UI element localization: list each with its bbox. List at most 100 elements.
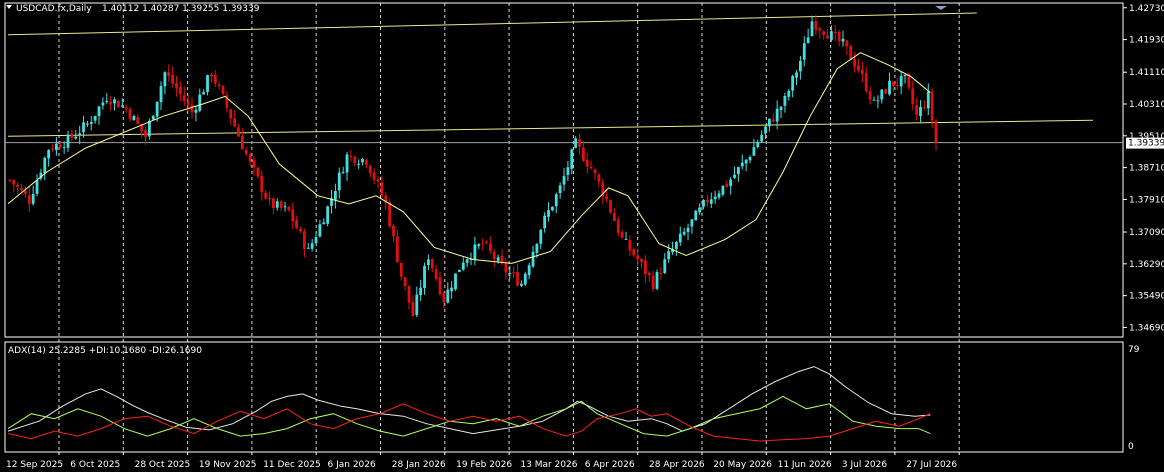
candle-body [837, 31, 841, 42]
candle-body [857, 65, 860, 71]
candle-body [566, 167, 570, 175]
candle-body [198, 94, 202, 111]
candle-body [283, 206, 287, 208]
candle-body [771, 119, 775, 122]
y-tick-label: 1.42730 [1129, 4, 1164, 14]
candle-body [833, 31, 837, 34]
candle-body [849, 45, 853, 60]
current-price-label: 1.39339 [1128, 139, 1164, 149]
candle-body [709, 199, 713, 204]
candle-body [744, 159, 748, 164]
candle-body [175, 83, 178, 89]
candle-body [605, 196, 609, 200]
candle-body [861, 69, 864, 74]
candle-body [632, 249, 636, 256]
candle-body [508, 273, 512, 275]
candle-body [427, 259, 430, 266]
adx-axis-min: 0 [1128, 442, 1134, 452]
candle-body [791, 75, 795, 91]
candle-body [264, 192, 268, 199]
candle-body [423, 266, 426, 288]
candles [8, 14, 938, 318]
price-axis[interactable]: 1.427301.419301.411101.403101.395101.387… [1123, 4, 1164, 334]
candle-body [740, 162, 744, 167]
x-tick-label: 28 Oct 2025 [135, 460, 191, 470]
candle-body [237, 127, 240, 137]
candle-body [713, 196, 717, 200]
candle-body [415, 294, 419, 316]
candle-body [551, 206, 554, 211]
candle-body [694, 210, 698, 221]
candle-body [725, 184, 729, 187]
candle-body [248, 154, 252, 162]
candle-body [450, 287, 454, 292]
candle-body [136, 117, 140, 124]
candle-body [895, 84, 899, 86]
candle-body [51, 148, 54, 150]
candle-body [109, 102, 113, 105]
candle-body [101, 102, 105, 106]
candle-body [651, 275, 655, 289]
candle-body [779, 106, 783, 111]
candle-body [504, 262, 508, 273]
x-tick-label: 6 Jan 2026 [328, 460, 376, 470]
candle-body [667, 251, 671, 260]
candle-body [934, 120, 938, 143]
candle-body [182, 95, 186, 102]
candle-body [27, 195, 31, 204]
candle-body [124, 106, 128, 109]
candle-body [171, 74, 175, 84]
candle-body [636, 255, 640, 260]
candle-body [221, 85, 225, 95]
candle-body [132, 116, 136, 121]
candle-body [58, 144, 62, 148]
candle-body [202, 92, 206, 95]
candle-body [62, 147, 66, 149]
candle-body [318, 224, 322, 237]
candle-body [159, 86, 163, 103]
candle-body [616, 219, 620, 233]
candle-body [876, 100, 880, 102]
candle-body [86, 123, 89, 125]
candle-body [47, 149, 51, 159]
candle-body [903, 74, 907, 77]
candle-body [287, 206, 291, 211]
candle-body [640, 258, 643, 262]
candle-body [915, 105, 919, 115]
candle-body [698, 207, 702, 213]
candle-body [295, 220, 299, 229]
chart-shift-icon[interactable] [935, 6, 947, 10]
candle-body [361, 158, 364, 163]
candle-body [434, 269, 438, 279]
candle-body [806, 37, 810, 44]
candle-body [818, 28, 822, 31]
chart-window[interactable]: 1.42730 1.41930 1.41110 1.40310 1.39510 1.387… [0, 0, 1164, 472]
candle-body [241, 135, 244, 150]
time-axis[interactable]: 12 Sep 2025 6 Oct 2025 28 Oct 2025 19 Nov 2… [6, 452, 960, 470]
candle-body [756, 141, 760, 148]
candle-body [120, 105, 124, 107]
trendline [7, 119, 1094, 137]
candle-body [326, 206, 330, 224]
candle-body [647, 272, 651, 276]
candle-body [43, 157, 47, 174]
candle-body [578, 139, 581, 147]
dropdown-icon[interactable] [6, 5, 12, 9]
candle-body [822, 31, 826, 35]
candle-body [144, 130, 147, 137]
candle-body [167, 72, 171, 76]
candle-body [217, 84, 221, 87]
x-tick-label: 19 Nov 2025 [199, 460, 257, 470]
candle-body [686, 227, 690, 233]
candle-body [465, 259, 469, 263]
candle-body [345, 154, 349, 173]
candle-body [291, 209, 295, 222]
candle-body [543, 215, 547, 229]
candle-body [24, 191, 27, 194]
candle-body [574, 138, 578, 148]
candle-body [585, 159, 589, 167]
x-tick-label: 28 Apr 2026 [649, 460, 705, 470]
price-chart[interactable]: 1.427301.419301.411101.403101.395101.387… [0, 0, 1164, 472]
candle-body [229, 109, 233, 119]
candle-body [20, 188, 23, 190]
